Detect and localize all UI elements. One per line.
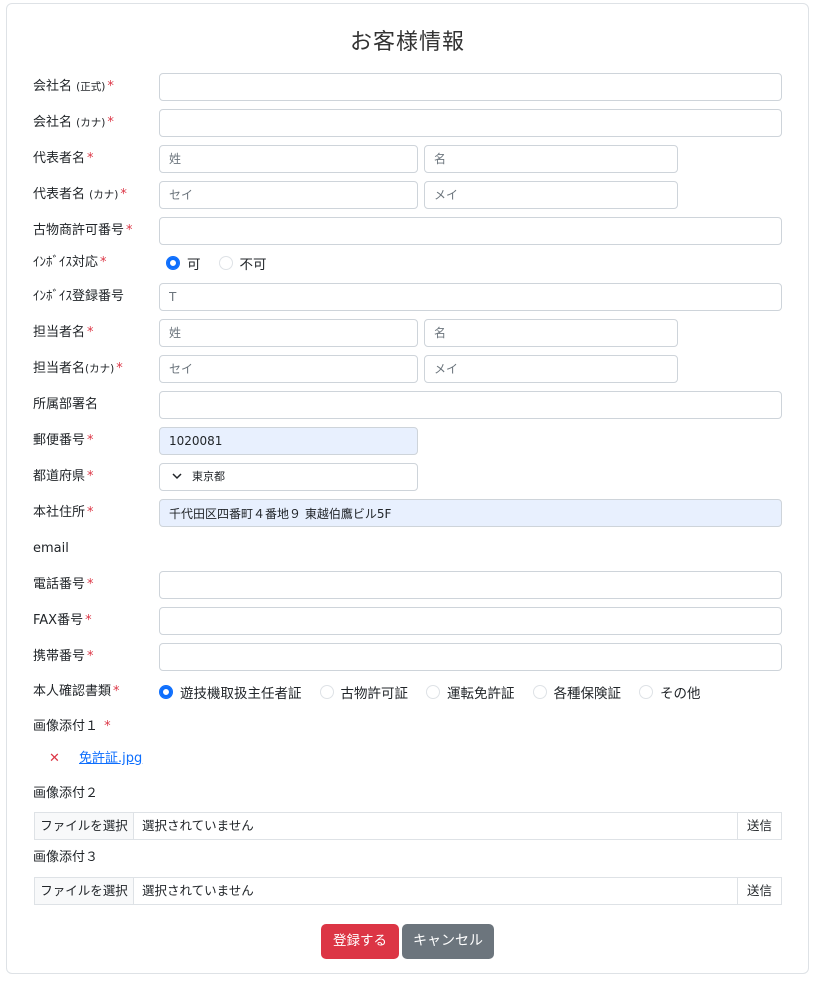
phone-input[interactable] — [159, 571, 782, 599]
image3-file-status: 選択されていません — [134, 878, 737, 904]
image3-file-row: ファイルを選択 選択されていません 送信 — [0, 877, 815, 905]
image2-file-status: 選択されていません — [134, 813, 737, 839]
antique-license-label: 古物商許可番号 * — [33, 223, 133, 238]
fax-input[interactable] — [159, 607, 782, 635]
radio-unchecked-icon — [218, 256, 233, 270]
invoice-radio-yes[interactable]: 可 — [166, 253, 201, 273]
image3-label: 画像添付３ — [33, 850, 99, 865]
image2-send-button[interactable]: 送信 — [737, 813, 781, 839]
mobile-row: 携帯番号 * — [0, 643, 815, 671]
id-doc-radio-1[interactable]: 古物許可証 — [319, 682, 408, 702]
invoice-reg-row: ｲﾝﾎﾞｲｽ登録番号 — [0, 283, 815, 311]
department-input[interactable] — [159, 391, 782, 419]
mobile-input[interactable] — [159, 643, 782, 671]
close-icon[interactable]: ✕ — [49, 745, 60, 773]
radio-unchecked-icon — [319, 685, 334, 699]
invoice-radio-no[interactable]: 不可 — [218, 253, 267, 273]
fax-row: FAX番号 * — [0, 607, 815, 635]
department-label: 所属部署名 — [33, 397, 99, 412]
staff-last-kana-input[interactable] — [159, 355, 418, 383]
email-row: email — [0, 535, 815, 563]
company-name-row: 会社名 (正式) * — [0, 73, 815, 101]
radio-checked-icon — [166, 256, 180, 270]
image1-row: 画像添付１ * — [0, 713, 815, 741]
prefecture-row: 都道府県 * 東京都 — [0, 463, 815, 491]
staff-kana-label: 担当者名(カナ) * — [33, 361, 123, 376]
antique-license-row: 古物商許可番号 * — [0, 217, 815, 245]
mobile-label: 携帯番号 * — [33, 649, 94, 664]
staff-kana-row: 担当者名(カナ) * — [0, 355, 815, 383]
company-kana-label: 会社名 (カナ) * — [33, 115, 114, 130]
submit-button[interactable]: 登録する — [321, 924, 399, 959]
staff-name-row: 担当者名 * — [0, 319, 815, 347]
staff-first-name-input[interactable] — [424, 319, 678, 347]
invoice-reg-label: ｲﾝﾎﾞｲｽ登録番号 — [33, 289, 125, 304]
rep-kana-row: 代表者名 (カナ) * — [0, 181, 815, 209]
prefecture-label: 都道府県 * — [33, 469, 94, 484]
prefecture-select[interactable]: 東京都 — [159, 463, 418, 491]
image3-choose-button[interactable]: ファイルを選択 — [35, 878, 134, 904]
rep-last-kana-input[interactable] — [159, 181, 418, 209]
staff-name-label: 担当者名 * — [33, 325, 94, 340]
invoice-radio-group: 可 不可 — [166, 249, 285, 277]
invoice-row: ｲﾝﾎﾞｲｽ対応 * 可 不可 — [0, 249, 815, 277]
image1-file-link[interactable]: 免許証.jpg — [79, 745, 142, 773]
id-doc-radio-group: 遊技機取扱主任者証 古物許可証 運転免許証 各種保険証 その他 — [159, 678, 719, 706]
page-title: お客様情報 — [349, 30, 465, 55]
phone-label: 電話番号 * — [33, 577, 94, 592]
id-doc-row: 本人確認書類 * 遊技機取扱主任者証 古物許可証 運転免許証 各種保険証 その他 — [0, 678, 815, 706]
staff-last-name-input[interactable] — [159, 319, 418, 347]
rep-name-row: 代表者名 * — [0, 145, 815, 173]
id-doc-radio-2[interactable]: 運転免許証 — [426, 682, 515, 702]
radio-unchecked-icon — [532, 685, 547, 699]
phone-row: 電話番号 * — [0, 571, 815, 599]
invoice-reg-input[interactable] — [159, 283, 782, 311]
antique-license-input[interactable] — [159, 217, 782, 245]
radio-checked-icon — [159, 685, 173, 699]
image2-choose-button[interactable]: ファイルを選択 — [35, 813, 134, 839]
address-row: 本社住所 * — [0, 499, 815, 527]
rep-kana-label: 代表者名 (カナ) * — [33, 187, 127, 202]
rep-last-name-input[interactable] — [159, 145, 418, 173]
staff-first-kana-input[interactable] — [424, 355, 678, 383]
chevron-down-icon — [172, 464, 192, 490]
image2-row: 画像添付２ — [0, 780, 815, 808]
address-label: 本社住所 * — [33, 505, 94, 520]
image3-row: 画像添付３ — [0, 844, 815, 872]
image1-label: 画像添付１ * — [33, 719, 111, 734]
email-label: email — [33, 541, 69, 556]
company-kana-input[interactable] — [159, 109, 782, 137]
company-name-input[interactable] — [159, 73, 782, 101]
id-doc-radio-0[interactable]: 遊技機取扱主任者証 — [159, 682, 302, 702]
postal-row: 郵便番号 * — [0, 427, 815, 455]
rep-name-label: 代表者名 * — [33, 151, 94, 166]
radio-unchecked-icon — [639, 685, 653, 699]
fax-label: FAX番号 * — [33, 613, 92, 628]
image3-file-input: ファイルを選択 選択されていません 送信 — [34, 877, 782, 905]
address-input[interactable] — [159, 499, 782, 527]
postal-label: 郵便番号 * — [33, 433, 94, 448]
image3-send-button[interactable]: 送信 — [737, 878, 781, 904]
cancel-button[interactable]: キャンセル — [402, 924, 494, 959]
image2-file-row: ファイルを選択 選択されていません 送信 — [0, 812, 815, 840]
image1-file-row: ✕ 免許証.jpg — [0, 745, 815, 773]
department-row: 所属部署名 — [0, 391, 815, 419]
id-doc-radio-4[interactable]: その他 — [639, 682, 701, 702]
image2-file-input: ファイルを選択 選択されていません 送信 — [34, 812, 782, 840]
id-doc-label: 本人確認書類 * — [33, 684, 120, 699]
rep-first-name-input[interactable] — [424, 145, 678, 173]
company-kana-row: 会社名 (カナ) * — [0, 109, 815, 137]
postal-input[interactable] — [159, 427, 418, 455]
image2-label: 画像添付２ — [33, 786, 99, 801]
company-name-label: 会社名 (正式) * — [33, 79, 114, 94]
radio-unchecked-icon — [426, 685, 440, 699]
invoice-label: ｲﾝﾎﾞｲｽ対応 * — [33, 255, 107, 270]
id-doc-radio-3[interactable]: 各種保険証 — [532, 682, 621, 702]
rep-first-kana-input[interactable] — [424, 181, 678, 209]
